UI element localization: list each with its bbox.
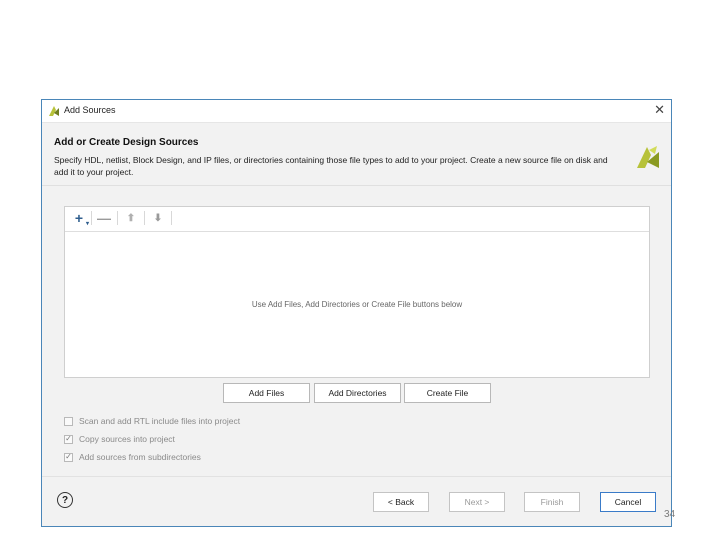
add-subdirectories-label: Add sources from subdirectories	[79, 452, 201, 462]
toolbar-divider	[91, 211, 92, 225]
copy-sources-label: Copy sources into project	[79, 434, 175, 444]
cancel-button[interactable]: Cancel	[600, 492, 656, 512]
title-bar[interactable]: Add Sources ✕	[42, 100, 671, 123]
empty-list-hint: Use Add Files, Add Directories or Create…	[251, 300, 463, 309]
window-title: Add Sources	[64, 105, 116, 115]
page-description: Specify HDL, netlist, Block Design, and …	[54, 155, 608, 177]
page-header: Add or Create Design Sources Specify HDL…	[42, 123, 671, 186]
scan-rtl-include-checkbox[interactable]	[64, 416, 73, 426]
copy-sources-option[interactable]: ✓ Copy sources into project	[64, 433, 175, 445]
copy-sources-checkbox[interactable]: ✓	[64, 434, 73, 444]
finish-button[interactable]: Finish	[524, 492, 580, 512]
move-down-icon[interactable]: ⬇	[150, 210, 166, 226]
content-area: + ▾ — ⬆ ⬇ Use Add Files, Add Directories…	[42, 186, 671, 476]
vivado-logo-icon	[49, 106, 59, 116]
plus-icon: +	[74, 210, 84, 226]
add-subdirectories-checkbox[interactable]: ✓	[64, 452, 73, 462]
add-sources-dialog: Add Sources ✕ Add or Create Design Sourc…	[41, 99, 672, 527]
add-directories-button[interactable]: Add Directories	[314, 383, 401, 403]
add-subdirectories-option[interactable]: ✓ Add sources from subdirectories	[64, 451, 201, 463]
toolbar-divider	[144, 211, 145, 225]
dialog-footer: ? < Back Next > Finish Cancel	[42, 476, 671, 526]
source-files-list[interactable]: + ▾ — ⬆ ⬇ Use Add Files, Add Directories…	[64, 206, 650, 378]
slide-page-number: 34	[664, 509, 676, 520]
add-icon[interactable]: + ▾	[71, 210, 89, 227]
next-button[interactable]: Next >	[449, 492, 505, 512]
scan-rtl-include-label: Scan and add RTL include files into proj…	[79, 416, 241, 426]
close-icon[interactable]: ✕	[654, 102, 665, 118]
add-files-button[interactable]: Add Files	[223, 383, 310, 403]
list-toolbar: + ▾ — ⬆ ⬇	[65, 207, 649, 232]
dropdown-caret-icon: ▾	[85, 221, 89, 227]
toolbar-divider	[171, 211, 172, 225]
toolbar-divider	[117, 211, 118, 225]
create-file-button[interactable]: Create File	[404, 383, 491, 403]
back-button[interactable]: < Back	[373, 492, 429, 512]
remove-icon[interactable]: —	[96, 210, 112, 226]
page-title: Add or Create Design Sources	[54, 137, 199, 148]
move-up-icon[interactable]: ⬆	[123, 210, 139, 226]
scan-rtl-include-option[interactable]: Scan and add RTL include files into proj…	[64, 415, 240, 427]
help-icon[interactable]: ?	[57, 492, 73, 508]
vivado-logo-icon	[637, 146, 659, 168]
